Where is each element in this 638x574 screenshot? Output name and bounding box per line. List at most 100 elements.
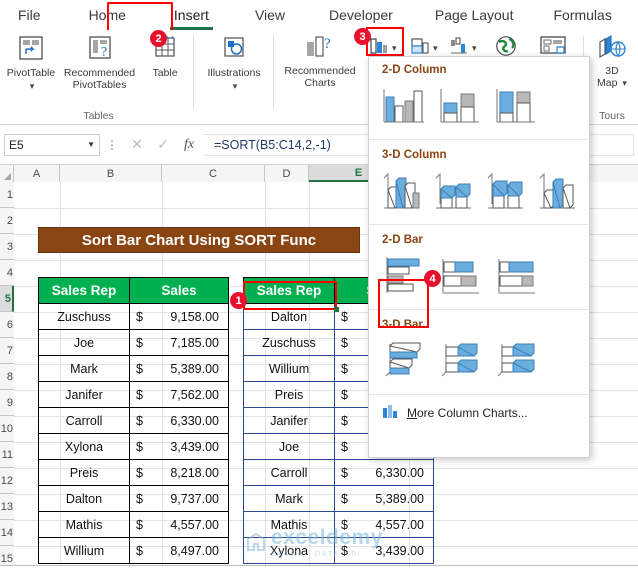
tab-view-label: View [254,7,286,23]
row-header-1[interactable]: 1 [0,182,14,208]
source-rep: Dalton [38,485,130,512]
amount: 8,218.00 [170,465,219,480]
row-header-4[interactable]: 4 [0,260,14,286]
sorted-rep: Preis [243,381,335,408]
column-header-a[interactable]: A [14,165,60,182]
tab-page-layout[interactable]: Page Layout [423,3,526,27]
row-header-11[interactable]: 11 [0,442,14,468]
amount: 6,330.00 [375,465,424,480]
chevron-down-icon[interactable]: ▾ [198,80,272,92]
cancel-formula-icon[interactable]: ✕ [124,136,150,153]
table-row[interactable]: Carroll $6,330.00 [38,407,229,434]
sorted-rep: Carroll [243,459,335,486]
pivot-table-button[interactable]: PivotTable ▾ [2,34,60,92]
chevron-down-icon[interactable]: ▾ [622,78,627,88]
row-header-6[interactable]: 6 [0,312,14,338]
table-row[interactable]: Zuschuss $9,158.00 [38,303,229,330]
source-sales: $5,389.00 [129,355,229,382]
table-row[interactable]: Joe $7,185.00 [38,329,229,356]
chart-3d-stacked-column[interactable] [431,166,479,216]
chart-stacked-column[interactable] [435,81,487,131]
table-row[interactable]: Janifer $7,562.00 [38,381,229,408]
chart-stacked-bar[interactable] [435,251,487,301]
row-header-9[interactable]: 9 [0,390,14,416]
row-header-12[interactable]: 12 [0,468,14,494]
chart-3d-stacked-bar[interactable] [435,336,487,386]
chevron-down-icon[interactable]: ▼ [87,140,95,149]
enter-formula-icon[interactable]: ✓ [150,136,176,153]
table-row[interactable]: Mathis $4,557.00 [243,511,434,538]
formula-bar-grip: ⋮ [106,137,118,152]
currency-symbol: $ [136,309,143,324]
chart-3d-100-stacked-bar[interactable] [491,336,543,386]
tab-page-layout-label: Page Layout [434,7,514,23]
column-header-d[interactable]: D [265,165,309,182]
source-rep: Zuschuss [38,303,130,330]
table-row[interactable]: Mark $5,389.00 [243,485,434,512]
tab-formulas[interactable]: Formulas [541,3,623,27]
tab-home-label: Home [88,7,126,23]
map-3d-button[interactable]: 3D Map ▾ [586,34,638,89]
table-row[interactable]: Xylona $3,439.00 [243,537,434,564]
source-sales: $8,497.00 [129,537,229,564]
chart-3d-clustered-bar[interactable] [379,336,431,386]
recommended-pivot-tables-button[interactable]: ? Recommended PivotTables [60,34,139,91]
row-header-5[interactable]: 5 [0,286,14,312]
tab-file-label: File [18,7,41,23]
table-label: Table [152,67,178,79]
map-3d-label-line1: 3D [605,65,619,77]
name-box[interactable]: E5 ▼ [4,133,100,156]
fill-handle[interactable] [334,307,339,312]
column-header-b[interactable]: B [60,165,162,182]
tab-developer[interactable]: Developer [317,3,405,27]
source-rep: Mathis [38,511,130,538]
tab-view[interactable]: View [243,3,297,27]
table-row[interactable]: Mark $5,389.00 [38,355,229,382]
table-row[interactable]: Willium $8,497.00 [38,537,229,564]
recommended-charts-button[interactable]: ? Recommended Charts [276,34,364,89]
row-header-7[interactable]: 7 [0,338,14,364]
tab-file[interactable]: File [6,3,53,27]
table-row[interactable]: Dalton $9,737.00 [38,485,229,512]
source-sales: $7,562.00 [129,381,229,408]
sorted-rep-selected: Dalton [243,303,335,330]
sorted-rep: Mark [243,485,335,512]
row-header-2[interactable]: 2 [0,208,14,234]
row-header-13[interactable]: 13 [0,494,14,520]
more-column-charts-label: More Column Charts... [407,406,528,420]
chevron-down-icon[interactable]: ▾ [392,43,397,54]
more-column-charts-item[interactable]: More Column Charts... [369,397,589,422]
chart-clustered-column[interactable] [379,81,431,131]
tab-home[interactable]: Home [77,3,138,27]
row-header-8[interactable]: 8 [0,364,14,390]
row-header-15[interactable]: 15 [0,546,14,565]
chevron-down-icon[interactable]: ▾ [472,43,477,54]
chevron-down-icon[interactable]: ▾ [433,43,438,54]
row-header-3[interactable]: 3 [0,234,14,260]
chart-3d-column[interactable] [535,166,583,216]
table-row[interactable]: Xylona $3,439.00 [38,433,229,460]
column-header-c[interactable]: C [162,165,265,182]
chart-3d-clustered-column[interactable] [379,166,427,216]
insert-function-icon[interactable]: fx [176,137,202,153]
ribbon-group-tours: 3D Map ▾ Tours [586,30,638,125]
illustrations-button[interactable]: Illustrations ▾ [196,34,272,92]
amount: 7,562.00 [170,387,219,402]
ribbon-tab-bar: File Home Insert View Developer Page Lay… [0,0,638,36]
chart-3d-100-stacked-column[interactable] [483,166,531,216]
row-header-14[interactable]: 14 [0,520,14,546]
chevron-down-icon[interactable]: ▾ [4,80,60,92]
table-row[interactable]: Mathis $4,557.00 [38,511,229,538]
chart-100-stacked-column[interactable] [491,81,543,131]
column-chart-icon [382,404,399,422]
section-title-3d-bar: 3-D Bar [382,319,423,331]
currency-symbol: $ [136,517,143,532]
table-row[interactable]: Preis $8,218.00 [38,459,229,486]
tab-insert[interactable]: Insert [162,3,221,30]
chart-100-stacked-bar[interactable] [491,251,543,301]
insert-chart-dropdown-gallery[interactable]: 2-D Column 3-D Column 2-D Bar 3-D Bar Mo… [368,56,590,458]
select-all-corner[interactable] [0,165,14,182]
table-row[interactable]: Carroll $6,330.00 [243,459,434,486]
row-header-10[interactable]: 10 [0,416,14,442]
currency-symbol: $ [341,387,348,402]
